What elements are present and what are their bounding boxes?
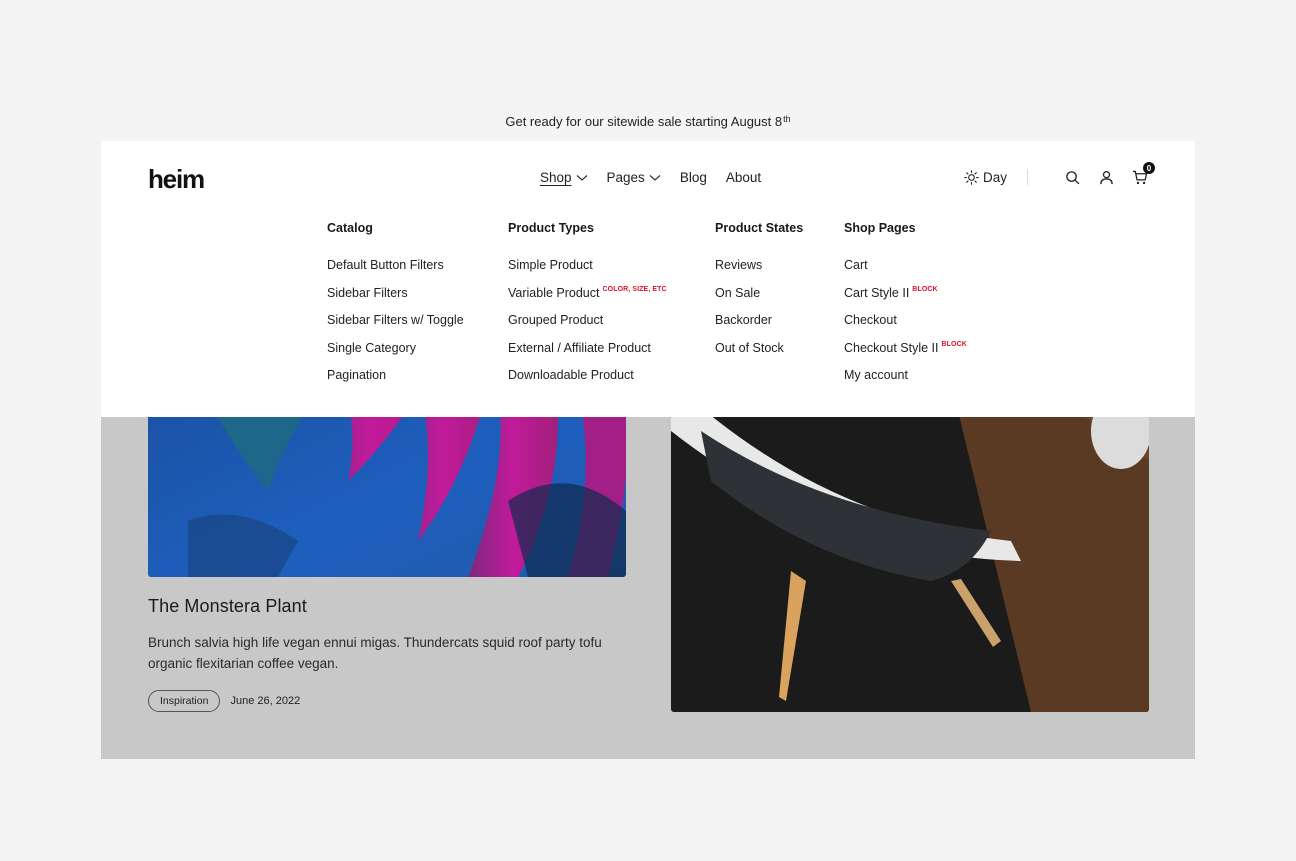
menu-link[interactable]: My account [844,367,967,395]
post-meta: Inspiration June 26, 2022 [148,690,300,712]
logo[interactable]: heim [148,164,205,195]
column-heading: Product Types [508,221,594,235]
menu-link[interactable]: Reviews [715,257,803,285]
nav-label: Blog [679,170,707,185]
column-heading: Product States [715,221,804,235]
post-title[interactable]: The Monstera Plant [148,596,307,617]
menu-link[interactable]: Backorder [715,312,803,340]
site-header: heim Shop Pages Blog About Day 0 Catalog… [101,141,1195,417]
announcement-sup: th [783,114,791,124]
nav-label: Shop [540,170,572,185]
menu-link[interactable]: Grouped Product [508,312,667,340]
nav-item-shop[interactable]: Shop [540,170,588,185]
menu-link[interactable]: Pagination [327,367,464,395]
post-date: June 26, 2022 [230,695,301,707]
theme-toggle[interactable]: Day [964,170,1007,185]
menu-link[interactable]: Cart Style II BLOCK [844,285,967,313]
menu-link[interactable]: Sidebar Filters [327,285,464,313]
cart-count-badge: 0 [1143,162,1155,174]
menu-link[interactable]: External / Affiliate Product [508,340,667,368]
menu-badge: BLOCK [912,285,938,293]
search-icon [1065,170,1079,184]
announcement-bar: Get ready for our sitewide sale starting… [101,101,1195,141]
column-heading: Catalog [327,221,373,235]
menu-link[interactable]: Checkout [844,312,967,340]
announcement-text: Get ready for our sitewide sale starting… [505,113,783,129]
menu-link[interactable]: Single Category [327,340,464,368]
menu-column-product-types: Product Types Simple Product Variable Pr… [508,221,667,395]
nav-item-about[interactable]: About [726,170,761,185]
menu-link[interactable]: Variable Product COLOR, SIZE, ETC [508,285,667,313]
menu-link[interactable]: Downloadable Product [508,367,667,395]
header-tools: Day 0 [964,162,1155,187]
menu-column-shop-pages: Shop Pages Cart Cart Style II BLOCK Check… [844,221,967,395]
theme-label: Day [982,169,1007,185]
account-button[interactable] [1098,169,1114,185]
menu-link[interactable]: Default Button Filters [327,257,464,285]
column-heading: Shop Pages [844,221,916,235]
post-excerpt: Brunch salvia high life vegan ennui miga… [148,635,602,671]
menu-badge: BLOCK [941,340,967,348]
nav-label: Pages [606,170,645,185]
cart-button[interactable]: 0 [1132,162,1155,185]
menu-link[interactable]: Simple Product [508,257,667,285]
nav-item-blog[interactable]: Blog [680,170,707,185]
menu-link[interactable]: On Sale [715,285,803,313]
sun-icon [964,169,979,185]
menu-column-product-states: Product States Reviews On Sale Backorder… [715,221,803,367]
user-icon [1099,170,1113,184]
chevron-down-icon [649,174,661,181]
menu-link[interactable]: Sidebar Filters w/ Toggle [327,312,464,340]
page-frame: Get ready for our sitewide sale starting… [101,101,1195,759]
nav-item-pages[interactable]: Pages [607,170,661,185]
menu-badge: COLOR, SIZE, ETC [602,285,667,293]
menu-column-catalog: Catalog Default Button Filters Sidebar F… [327,221,464,395]
menu-link[interactable]: Checkout Style II BLOCK [844,340,967,368]
menu-link[interactable]: Out of Stock [715,340,803,368]
divider [1027,169,1028,185]
search-button[interactable] [1064,169,1080,185]
post-tag[interactable]: Inspiration [148,690,221,712]
menu-link[interactable]: Cart [844,257,967,285]
main-nav: Shop Pages Blog About [540,170,761,185]
nav-label: About [725,170,762,185]
chevron-down-icon [576,174,587,181]
